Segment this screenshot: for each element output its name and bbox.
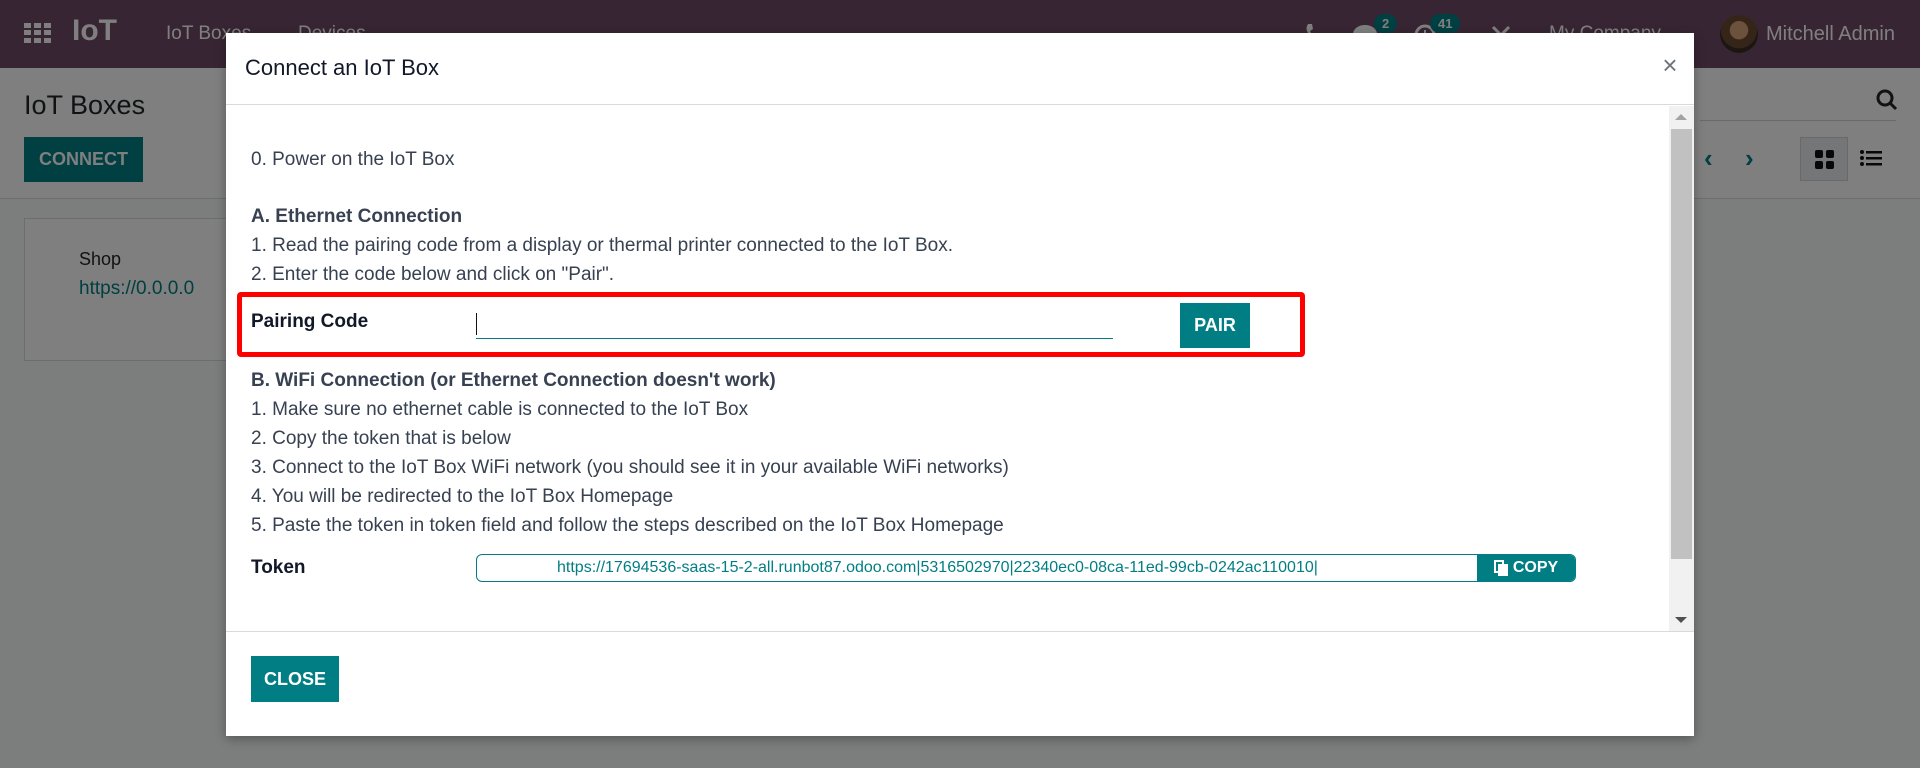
scroll-up-arrow-icon[interactable] <box>1675 114 1687 120</box>
copy-label: COPY <box>1512 559 1559 576</box>
pairing-code-input[interactable] <box>476 309 1113 339</box>
dialog-scrollbar[interactable] <box>1669 106 1694 631</box>
section-b-step-2: 2. Copy the token that is below <box>251 428 511 449</box>
pair-button[interactable]: PAIR <box>1180 303 1250 348</box>
section-b-step-1: 1. Make sure no ethernet cable is connec… <box>251 399 749 420</box>
pairing-code-label: Pairing Code <box>251 311 369 332</box>
dialog-title: Connect an IoT Box <box>245 55 440 80</box>
scroll-down-arrow-icon[interactable] <box>1675 617 1687 623</box>
section-a-step-1: 1. Read the pairing code from a display … <box>251 235 953 256</box>
copy-icon <box>1493 560 1508 576</box>
close-button[interactable]: CLOSE <box>251 656 339 702</box>
section-b-step-5: 5. Paste the token in token field and fo… <box>251 515 1004 536</box>
section-a-title: A. Ethernet Connection <box>251 206 463 227</box>
dialog-body: 0. Power on the IoT Box A. Ethernet Conn… <box>226 106 1694 631</box>
copy-token-button[interactable]: COPY <box>1477 555 1575 581</box>
dialog-header: Connect an IoT Box × <box>226 33 1694 105</box>
step-power-on: 0. Power on the IoT Box <box>251 149 455 170</box>
close-icon[interactable]: × <box>1659 52 1681 78</box>
section-b-step-3: 3. Connect to the IoT Box WiFi network (… <box>251 457 1009 478</box>
section-b-step-4: 4. You will be redirected to the IoT Box… <box>251 486 674 507</box>
token-value[interactable]: https://17694536-saas-15-2-all.runbot87.… <box>557 559 1318 577</box>
section-a-step-2: 2. Enter the code below and click on "Pa… <box>251 264 615 285</box>
section-b-title: B. WiFi Connection (or Ethernet Connecti… <box>251 370 776 391</box>
connect-iot-box-dialog: Connect an IoT Box × 0. Power on the IoT… <box>226 33 1694 736</box>
token-field[interactable]: https://17694536-saas-15-2-all.runbot87.… <box>476 554 1576 582</box>
dialog-footer: CLOSE <box>226 631 1694 736</box>
text-caret <box>476 313 477 335</box>
token-label: Token <box>251 557 306 578</box>
scrollbar-thumb[interactable] <box>1671 129 1692 559</box>
